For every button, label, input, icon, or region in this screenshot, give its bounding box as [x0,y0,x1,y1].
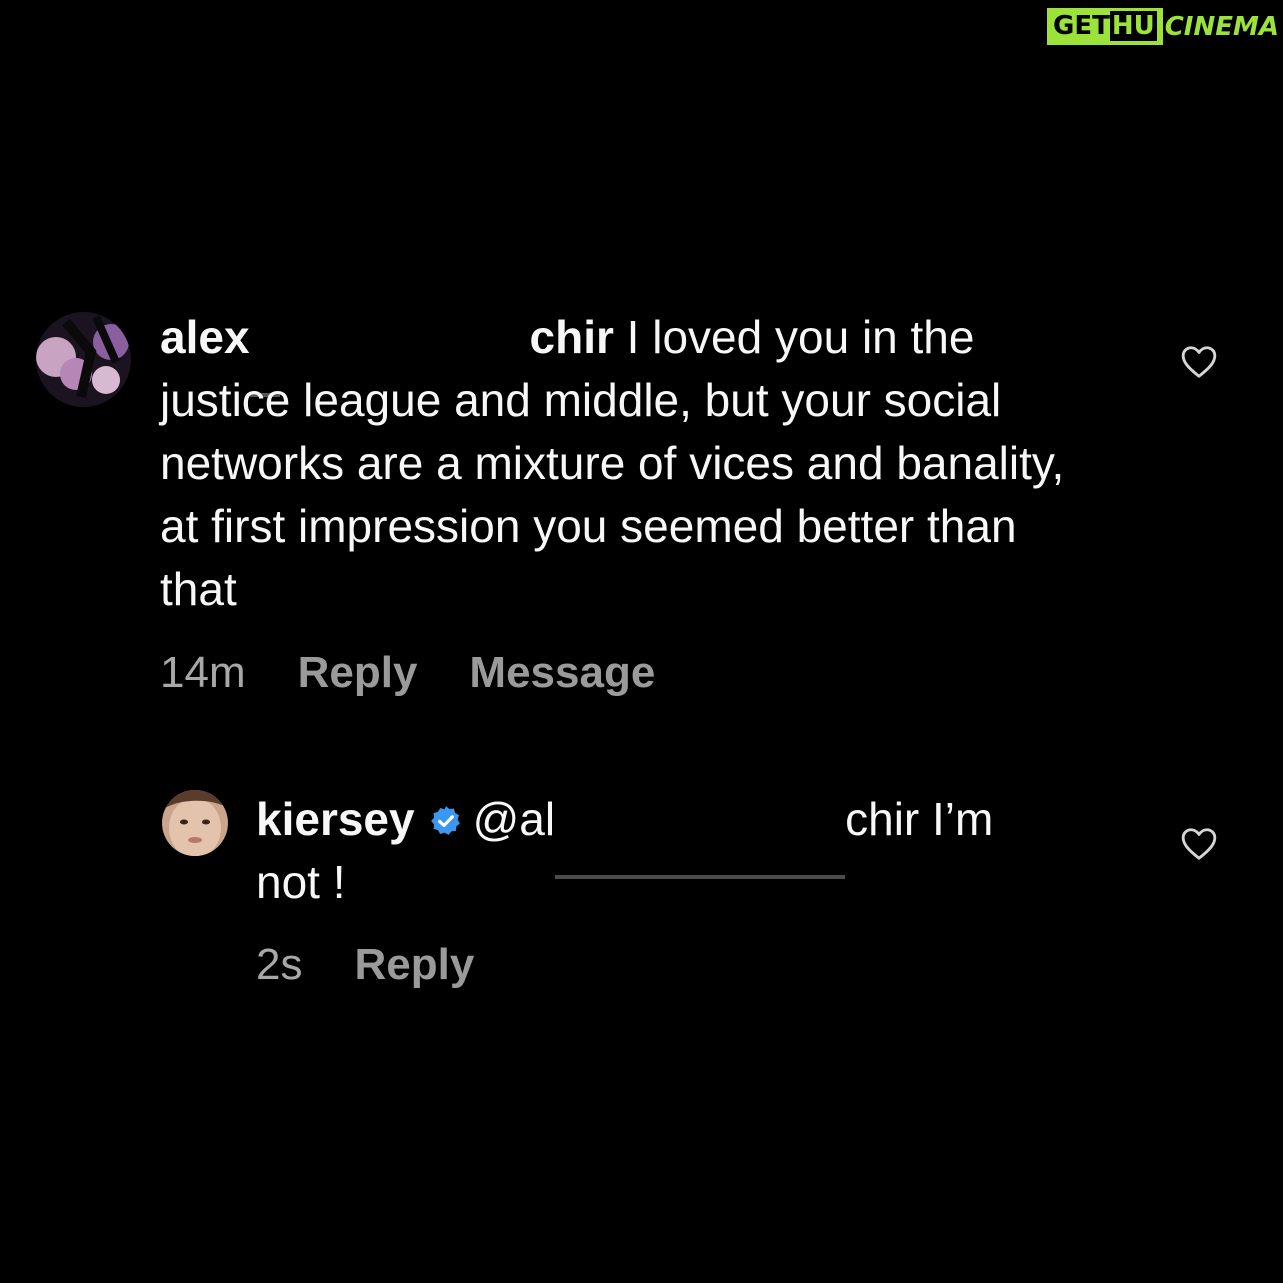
reply-text-block: kiersey @al chir I’m not ! [256,788,1036,914]
comment-timestamp: 14m [160,648,246,697]
watermark-box: GETHU [1047,8,1163,45]
avatar-image [36,312,131,407]
avatar-image [162,790,228,856]
mention-link[interactable]: @al chir [473,793,919,879]
like-heart-icon[interactable] [1180,344,1218,380]
watermark-part1: GET [1053,11,1110,41]
comment-username[interactable]: alex chir [160,311,614,397]
like-heart-icon[interactable] [1180,826,1218,862]
reply-timestamp: 2s [256,940,303,989]
watermark-logo: GETHU CINEMA [1047,8,1279,45]
reply-button[interactable]: Reply [354,940,474,990]
avatar[interactable] [162,790,228,856]
reply-button[interactable]: Reply [298,648,418,698]
avatar[interactable] [36,312,131,407]
watermark-part3: CINEMA [1164,11,1279,42]
watermark-part2: HU [1109,11,1157,41]
reply-meta: 2s Reply [256,940,474,990]
comment-text-block: alex chir I loved you in the justice leag… [160,306,1080,621]
reply-username[interactable]: kiersey [256,793,415,845]
comment-meta: 14m Reply Message [160,648,655,698]
verified-badge-icon [429,791,463,835]
message-button[interactable]: Message [469,648,655,698]
